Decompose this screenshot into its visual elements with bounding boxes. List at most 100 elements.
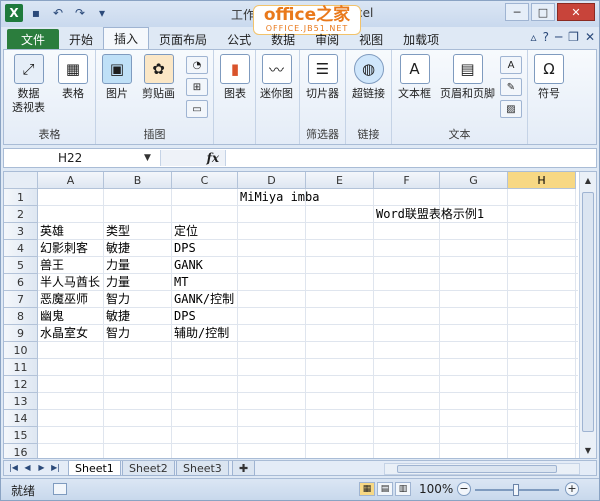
minimize-icon[interactable]: ─ [505,3,529,21]
next-sheet-icon[interactable]: ▶ [36,462,47,474]
cell-b3[interactable]: 类型 [104,223,130,240]
shapes-icon[interactable]: ◔ [186,56,208,74]
worksheet-grid[interactable]: ABCDEFGH 1 2 3 4 5 6 7 8 9 10 11 12 13 14 15 16 MiMiya … [3,171,597,459]
customize-qat-icon[interactable]: ▾ [93,4,111,22]
tab-insert[interactable]: 插入 [103,27,150,49]
clipart-button[interactable]: ✿ 剪贴画 [142,54,175,101]
tab-file[interactable]: 文件 [7,29,60,49]
cell-f2[interactable]: Word联盟表格示例1 [374,206,484,223]
cell-c6[interactable]: MT [172,274,188,291]
undo-icon[interactable]: ↶ [49,4,67,22]
sparkline-button[interactable]: 〰 迷你图 [260,54,293,101]
macro-record-icon[interactable] [53,483,67,495]
row-header-2[interactable]: 2 [4,206,38,223]
zoom-level[interactable]: 100% [419,482,453,496]
tab-formulas[interactable]: 公式 [217,29,261,49]
excel-logo-icon[interactable]: X [5,4,23,22]
row-header-10[interactable]: 10 [4,342,38,359]
row-header-4[interactable]: 4 [4,240,38,257]
cell-b4[interactable]: 敏捷 [104,240,130,257]
cell-b6[interactable]: 力量 [104,274,130,291]
cell-c4[interactable]: DPS [172,240,196,257]
column-header-d[interactable]: D [238,172,306,189]
row-header-8[interactable]: 8 [4,308,38,325]
sheet-tab-1[interactable]: Sheet1 [68,461,121,476]
cell-a8[interactable]: 幽鬼 [38,308,64,325]
vertical-scroll-thumb[interactable] [582,192,594,432]
sheet-tab-3[interactable]: Sheet3 [176,461,229,476]
minimize-ribbon-icon[interactable]: ▵ [531,30,537,44]
row-header-7[interactable]: 7 [4,291,38,308]
cell-c9[interactable]: 辅助/控制 [172,325,229,342]
row-header-5[interactable]: 5 [4,257,38,274]
column-header-e[interactable]: E [306,172,374,189]
column-header-c[interactable]: C [172,172,238,189]
page-layout-view-icon[interactable]: ▤ [377,482,393,496]
normal-view-icon[interactable]: ▦ [359,482,375,496]
row-header-16[interactable]: 16 [4,444,38,458]
cell-c5[interactable]: GANK [172,257,203,274]
row-header-12[interactable]: 12 [4,376,38,393]
save-icon[interactable]: ▪ [27,4,45,22]
cell-a4[interactable]: 幻影刺客 [38,240,88,257]
pivot-table-button[interactable]: ⤢ 数据 透视表 [12,54,45,115]
cell-c7[interactable]: GANK/控制 [172,291,234,308]
column-header-a[interactable]: A [38,172,104,189]
row-header-15[interactable]: 15 [4,427,38,444]
tab-view[interactable]: 视图 [349,29,393,49]
row-header-9[interactable]: 9 [4,325,38,342]
row-header-6[interactable]: 6 [4,274,38,291]
page-break-view-icon[interactable]: ▥ [395,482,411,496]
cell-b8[interactable]: 敏捷 [104,308,130,325]
hyperlink-button[interactable]: ◍ 超链接 [352,54,385,101]
close-icon[interactable]: ✕ [557,3,595,21]
name-box-dropdown-icon[interactable]: ▼ [144,150,151,166]
screenshot-icon[interactable]: ▭ [186,100,208,118]
redo-icon[interactable]: ↷ [71,4,89,22]
row-header-11[interactable]: 11 [4,359,38,376]
chart-button[interactable]: ▮ 图表 [220,54,250,101]
zoom-in-icon[interactable]: + [565,482,579,496]
textbox-button[interactable]: A 文本框 [398,54,431,101]
wordart-icon[interactable]: A [500,56,522,74]
tab-addins[interactable]: 加载项 [393,29,449,49]
row-header-14[interactable]: 14 [4,410,38,427]
insert-function-icon[interactable]: fx [207,151,219,165]
cell-a9[interactable]: 水晶室女 [38,325,88,342]
cell-b9[interactable]: 智力 [104,325,130,342]
doc-close-icon[interactable]: ✕ [585,30,595,44]
cell-a5[interactable]: 兽王 [38,257,64,274]
cell-d1[interactable]: MiMiya imba [238,189,319,206]
tab-data[interactable]: 数据 [261,29,305,49]
zoom-slider-thumb[interactable] [513,484,519,496]
slicer-button[interactable]: ☰ 切片器 [306,54,339,101]
smartart-icon[interactable]: ⊞ [186,78,208,96]
cell-a6[interactable]: 半人马酋长 [38,274,100,291]
first-sheet-icon[interactable]: |◀ [8,462,19,474]
vertical-scrollbar[interactable]: ▲ ▼ [579,172,596,458]
picture-button[interactable]: ▣ 图片 [102,54,132,101]
last-sheet-icon[interactable]: ▶| [50,462,61,474]
select-all-corner[interactable] [4,172,38,189]
zoom-out-icon[interactable]: − [457,482,471,496]
doc-minimize-icon[interactable]: ─ [555,30,562,44]
tab-page-layout[interactable]: 页面布局 [149,29,217,49]
tab-review[interactable]: 审阅 [305,29,349,49]
scroll-down-icon[interactable]: ▼ [582,444,594,458]
column-header-g[interactable]: G [440,172,508,189]
cell-b5[interactable]: 力量 [104,257,130,274]
name-box[interactable]: H22 [8,150,158,166]
tab-home[interactable]: 开始 [59,29,103,49]
horizontal-scrollbar[interactable] [384,463,580,475]
table-button[interactable]: ▦ 表格 [58,54,88,101]
formula-input[interactable] [228,150,584,166]
scroll-up-icon[interactable]: ▲ [582,174,594,188]
column-header-f[interactable]: F [374,172,440,189]
prev-sheet-icon[interactable]: ◀ [22,462,33,474]
cell-a7[interactable]: 恶魔巫师 [38,291,88,308]
symbol-button[interactable]: Ω 符号 [534,54,564,101]
doc-restore-icon[interactable]: ❐ [568,30,579,44]
column-header-b[interactable]: B [104,172,172,189]
maximize-icon[interactable]: □ [531,3,555,21]
header-footer-button[interactable]: ▤ 页眉和页脚 [440,54,495,101]
